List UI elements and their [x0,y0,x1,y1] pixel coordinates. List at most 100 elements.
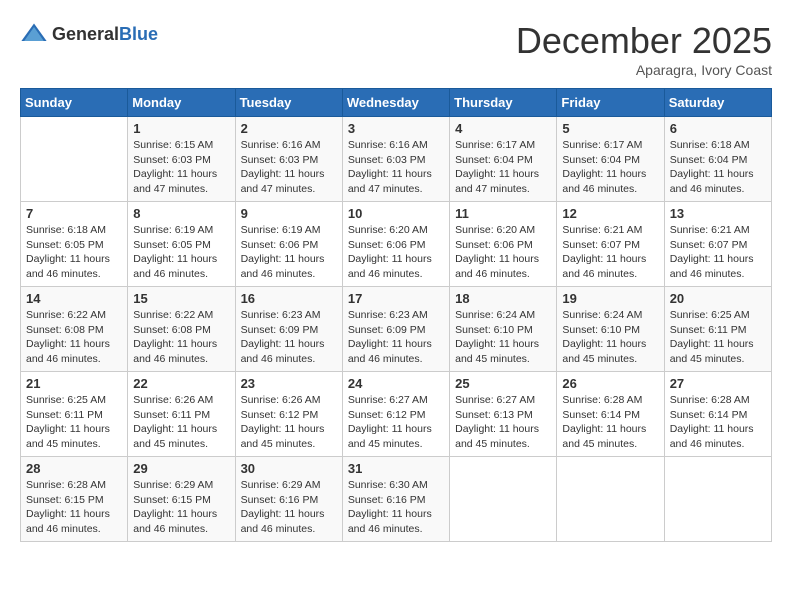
daylight: Daylight: 11 hours and 46 minutes. [348,508,432,535]
daylight: Daylight: 11 hours and 46 minutes. [670,253,754,280]
calendar-cell: 17 Sunrise: 6:23 AM Sunset: 6:09 PM Dayl… [342,287,449,372]
calendar-week-row: 21 Sunrise: 6:25 AM Sunset: 6:11 PM Dayl… [21,372,772,457]
sunrise: Sunrise: 6:30 AM [348,479,428,491]
sunset: Sunset: 6:03 PM [133,154,211,166]
cell-info: Sunrise: 6:18 AM Sunset: 6:04 PM Dayligh… [670,138,766,197]
daylight: Daylight: 11 hours and 46 minutes. [26,338,110,365]
daylight: Daylight: 11 hours and 45 minutes. [133,423,217,450]
day-number: 11 [455,206,551,221]
day-number: 19 [562,291,658,306]
month-title: December 2025 [516,20,772,62]
day-number: 31 [348,461,444,476]
calendar-cell: 23 Sunrise: 6:26 AM Sunset: 6:12 PM Dayl… [235,372,342,457]
sunrise: Sunrise: 6:26 AM [133,394,213,406]
daylight: Daylight: 11 hours and 46 minutes. [348,253,432,280]
calendar-cell: 25 Sunrise: 6:27 AM Sunset: 6:13 PM Dayl… [450,372,557,457]
daylight: Daylight: 11 hours and 46 minutes. [348,338,432,365]
day-number: 4 [455,121,551,136]
sunrise: Sunrise: 6:28 AM [26,479,106,491]
calendar-cell: 22 Sunrise: 6:26 AM Sunset: 6:11 PM Dayl… [128,372,235,457]
calendar-cell: 27 Sunrise: 6:28 AM Sunset: 6:14 PM Dayl… [664,372,771,457]
day-number: 14 [26,291,122,306]
logo-blue: Blue [119,24,158,44]
sunrise: Sunrise: 6:21 AM [670,224,750,236]
sunrise: Sunrise: 6:19 AM [241,224,321,236]
day-number: 26 [562,376,658,391]
calendar-cell: 28 Sunrise: 6:28 AM Sunset: 6:15 PM Dayl… [21,457,128,542]
sunrise: Sunrise: 6:20 AM [348,224,428,236]
day-number: 12 [562,206,658,221]
day-number: 25 [455,376,551,391]
sunset: Sunset: 6:16 PM [241,494,319,506]
daylight: Daylight: 11 hours and 46 minutes. [26,508,110,535]
logo: GeneralBlue [20,20,158,48]
cell-info: Sunrise: 6:22 AM Sunset: 6:08 PM Dayligh… [26,308,122,367]
sunrise: Sunrise: 6:22 AM [26,309,106,321]
day-number: 3 [348,121,444,136]
sunrise: Sunrise: 6:22 AM [133,309,213,321]
calendar-cell: 5 Sunrise: 6:17 AM Sunset: 6:04 PM Dayli… [557,117,664,202]
logo-icon [20,20,48,48]
day-number: 18 [455,291,551,306]
page-header: GeneralBlue December 2025 Aparagra, Ivor… [20,20,772,78]
logo-general: General [52,24,119,44]
cell-info: Sunrise: 6:28 AM Sunset: 6:15 PM Dayligh… [26,478,122,537]
cell-info: Sunrise: 6:27 AM Sunset: 6:13 PM Dayligh… [455,393,551,452]
daylight: Daylight: 11 hours and 47 minutes. [455,168,539,195]
calendar-cell: 14 Sunrise: 6:22 AM Sunset: 6:08 PM Dayl… [21,287,128,372]
day-number: 5 [562,121,658,136]
sunrise: Sunrise: 6:27 AM [348,394,428,406]
cell-info: Sunrise: 6:17 AM Sunset: 6:04 PM Dayligh… [455,138,551,197]
sunset: Sunset: 6:09 PM [348,324,426,336]
daylight: Daylight: 11 hours and 45 minutes. [26,423,110,450]
daylight: Daylight: 11 hours and 46 minutes. [241,508,325,535]
cell-info: Sunrise: 6:29 AM Sunset: 6:15 PM Dayligh… [133,478,229,537]
day-number: 2 [241,121,337,136]
sunset: Sunset: 6:15 PM [26,494,104,506]
cell-info: Sunrise: 6:19 AM Sunset: 6:06 PM Dayligh… [241,223,337,282]
day-number: 1 [133,121,229,136]
sunrise: Sunrise: 6:23 AM [241,309,321,321]
sunrise: Sunrise: 6:15 AM [133,139,213,151]
day-number: 16 [241,291,337,306]
calendar-week-row: 14 Sunrise: 6:22 AM Sunset: 6:08 PM Dayl… [21,287,772,372]
day-number: 28 [26,461,122,476]
sunset: Sunset: 6:07 PM [562,239,640,251]
sunset: Sunset: 6:07 PM [670,239,748,251]
day-header-sunday: Sunday [21,89,128,117]
calendar-cell: 2 Sunrise: 6:16 AM Sunset: 6:03 PM Dayli… [235,117,342,202]
sunset: Sunset: 6:11 PM [670,324,747,336]
cell-info: Sunrise: 6:26 AM Sunset: 6:12 PM Dayligh… [241,393,337,452]
calendar-cell: 7 Sunrise: 6:18 AM Sunset: 6:05 PM Dayli… [21,202,128,287]
sunset: Sunset: 6:05 PM [133,239,211,251]
calendar-cell: 16 Sunrise: 6:23 AM Sunset: 6:09 PM Dayl… [235,287,342,372]
calendar-week-row: 1 Sunrise: 6:15 AM Sunset: 6:03 PM Dayli… [21,117,772,202]
calendar-cell [21,117,128,202]
day-number: 20 [670,291,766,306]
sunset: Sunset: 6:09 PM [241,324,319,336]
day-header-monday: Monday [128,89,235,117]
calendar-cell: 10 Sunrise: 6:20 AM Sunset: 6:06 PM Dayl… [342,202,449,287]
cell-info: Sunrise: 6:16 AM Sunset: 6:03 PM Dayligh… [241,138,337,197]
sunrise: Sunrise: 6:28 AM [562,394,642,406]
cell-info: Sunrise: 6:26 AM Sunset: 6:11 PM Dayligh… [133,393,229,452]
daylight: Daylight: 11 hours and 47 minutes. [348,168,432,195]
daylight: Daylight: 11 hours and 47 minutes. [241,168,325,195]
day-header-friday: Friday [557,89,664,117]
logo-text: GeneralBlue [52,24,158,45]
calendar-week-row: 7 Sunrise: 6:18 AM Sunset: 6:05 PM Dayli… [21,202,772,287]
sunrise: Sunrise: 6:28 AM [670,394,750,406]
sunrise: Sunrise: 6:21 AM [562,224,642,236]
cell-info: Sunrise: 6:24 AM Sunset: 6:10 PM Dayligh… [455,308,551,367]
sunrise: Sunrise: 6:16 AM [348,139,428,151]
day-number: 23 [241,376,337,391]
calendar-cell: 13 Sunrise: 6:21 AM Sunset: 6:07 PM Dayl… [664,202,771,287]
daylight: Daylight: 11 hours and 46 minutes. [670,423,754,450]
calendar-cell: 3 Sunrise: 6:16 AM Sunset: 6:03 PM Dayli… [342,117,449,202]
sunrise: Sunrise: 6:26 AM [241,394,321,406]
calendar-cell [450,457,557,542]
sunset: Sunset: 6:08 PM [133,324,211,336]
cell-info: Sunrise: 6:24 AM Sunset: 6:10 PM Dayligh… [562,308,658,367]
daylight: Daylight: 11 hours and 45 minutes. [670,338,754,365]
sunset: Sunset: 6:11 PM [26,409,103,421]
